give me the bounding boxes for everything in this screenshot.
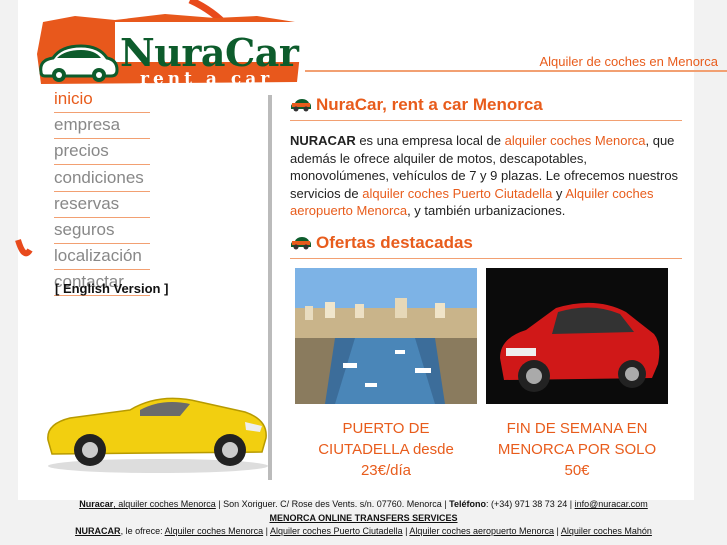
offer-caption-ciutadella[interactable]: PUERTO DE CIUTADELLA desde 23€/día <box>295 418 477 481</box>
footer-email-link[interactable]: info@nuracar.com <box>575 499 648 509</box>
harbour-photo <box>295 268 477 404</box>
footer: Nuracar, alquiler coches Menorca | Son X… <box>0 498 727 539</box>
english-version-link[interactable]: [ English Version ] <box>55 281 168 296</box>
offers-title-text: Ofertas destacadas <box>316 233 473 252</box>
offer-1-price: 23€/día <box>360 462 412 479</box>
footer-link-aeropuerto[interactable]: Alquiler coches aeropuerto Menorca <box>409 526 554 536</box>
site-tagline: Alquiler de coches en Menorca <box>539 54 719 69</box>
offers-section: Ofertas destacadas PUERTO DE CIUTADELLA … <box>290 233 682 479</box>
menu-item-localizacion[interactable]: localización <box>54 245 150 271</box>
intro-text-1: es una empresa local de <box>355 133 505 148</box>
red-car-photo <box>486 268 668 404</box>
header: NuraCar rent a car Alquiler de coches en… <box>35 0 727 89</box>
intro-paragraph: NURACAR es una empresa local de alquiler… <box>290 132 682 220</box>
menu-item-condiciones[interactable]: condiciones <box>54 167 150 192</box>
column-divider <box>268 95 272 480</box>
footer-transfers-link[interactable]: MENORCA ONLINE TRANSFERS SERVICES <box>269 513 457 523</box>
footer-phone-label: Teléfono <box>449 499 486 509</box>
footer-line-transfers: MENORCA ONLINE TRANSFERS SERVICES <box>0 512 727 526</box>
offer-1-line2: CIUTADELLA desde <box>318 441 454 458</box>
footer-brand-2-link[interactable]: NURACAR <box>75 526 121 536</box>
offer-1-line1: PUERTO DE <box>342 420 430 437</box>
footer-address: | Son Xoriguer. C/ Rose des Vents. s/n. … <box>215 499 450 509</box>
car-bullet-icon <box>291 99 311 112</box>
footer-brand-link[interactable]: Nuracar <box>79 499 113 509</box>
offer-image-ciutadella[interactable] <box>295 268 477 404</box>
main-menu: inicio empresa precios condiciones reser… <box>54 88 150 298</box>
link-alquiler-puerto-ciutadella[interactable]: alquiler coches Puerto Ciutadella <box>362 186 552 201</box>
brand-logo[interactable]: NuraCar rent a car <box>35 14 303 89</box>
main-title-text: NuraCar, rent a car Menorca <box>316 95 543 114</box>
offer-2-price: 50€ <box>564 462 590 479</box>
footer-link-ciutadella[interactable]: Alquiler coches Puerto Ciutadella <box>270 526 403 536</box>
intro-text-3: y <box>552 185 566 201</box>
menu-item-empresa[interactable]: empresa <box>54 114 150 140</box>
yellow-convertible-image <box>47 397 268 473</box>
offer-image-weekend[interactable] <box>486 268 668 404</box>
menu-item-reservas[interactable]: reservas <box>54 193 150 218</box>
footer-phone: : (+34) 971 38 73 24 | <box>485 499 575 509</box>
footer-offers-text: , le ofrece: <box>120 526 165 536</box>
brand-subtitle: rent a car <box>140 69 274 89</box>
link-alquiler-coches-menorca[interactable]: alquiler coches Menorca <box>505 133 646 148</box>
footer-link-menorca[interactable]: Alquiler coches Menorca <box>165 526 264 536</box>
menu-item-seguros[interactable]: seguros <box>54 219 150 244</box>
offer-2-line2: MENORCA POR SOLO <box>497 441 657 458</box>
menu-item-precios[interactable]: precios <box>54 140 150 166</box>
car-logo-icon <box>39 44 119 82</box>
offer-2-line1: FIN DE SEMANA EN <box>506 420 648 437</box>
main-content: NuraCar, rent a car Menorca NURACAR es u… <box>290 95 682 220</box>
footer-line-contact: Nuracar, alquiler coches Menorca | Son X… <box>0 498 727 512</box>
car-bullet-icon <box>291 237 311 250</box>
footer-line-services: NURACAR, le ofrece: Alquiler coches Meno… <box>75 526 652 536</box>
intro-text-4: , y también urbanizaciones. <box>407 203 566 218</box>
footer-link-mahon[interactable]: Alquiler coches Mahón <box>561 526 652 536</box>
offers-title: Ofertas destacadas <box>290 233 682 259</box>
tagline-bar: Alquiler de coches en Menorca <box>305 44 727 72</box>
footer-brand-rest-link[interactable]: , alquiler coches Menorca <box>113 499 216 509</box>
offer-caption-weekend[interactable]: FIN DE SEMANA EN MENORCA POR SOLO 50€ <box>486 418 668 481</box>
main-title: NuraCar, rent a car Menorca <box>290 95 682 121</box>
intro-brand: NURACAR <box>290 133 356 148</box>
menu-item-inicio[interactable]: inicio <box>54 88 150 113</box>
